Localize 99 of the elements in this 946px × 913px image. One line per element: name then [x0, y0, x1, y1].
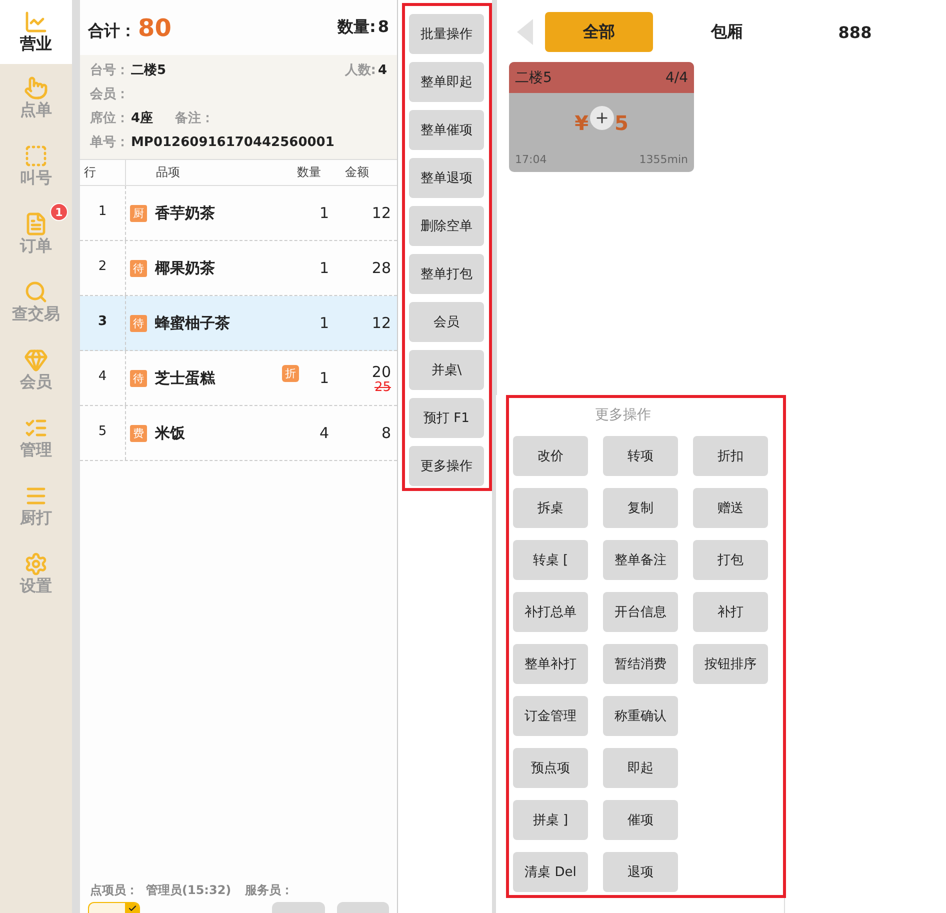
- action-button[interactable]: 清桌 Del: [513, 852, 588, 892]
- action-button[interactable]: 退项: [603, 852, 678, 892]
- item-quantity: 1: [318, 258, 330, 279]
- action-button[interactable]: 称重确认: [603, 696, 678, 736]
- row-number: 5: [80, 406, 126, 460]
- sidebar-item[interactable]: 订单 1: [0, 200, 72, 268]
- order-row[interactable]: 5 费 米饭 4 8: [80, 406, 397, 461]
- duration: 1355min: [639, 153, 688, 166]
- seat-count: 4/4: [665, 70, 688, 86]
- waiter-label: 服务员：: [245, 882, 294, 898]
- total-label: 合计：: [88, 20, 136, 42]
- action-button[interactable]: 打包: [693, 540, 768, 580]
- item-quantity: 4: [318, 423, 330, 444]
- status-tag: 费: [130, 424, 147, 442]
- row-number: 2: [80, 241, 126, 295]
- action-button[interactable]: 补打总单: [513, 592, 588, 632]
- clerk-name: 管理员(15:32): [146, 882, 232, 898]
- item-amount: 12: [372, 204, 391, 222]
- item-amount: 12: [372, 314, 391, 332]
- action-button[interactable]: 删除空单: [409, 206, 484, 246]
- item-name: 米饭: [155, 424, 185, 442]
- action-button[interactable]: 订金管理: [513, 696, 588, 736]
- original-price: 25: [374, 380, 391, 394]
- action-button[interactable]: 拆桌: [513, 488, 588, 528]
- column-header: 金额: [344, 164, 370, 181]
- status-tag: 待: [130, 260, 147, 276]
- row-number: 3: [80, 296, 126, 350]
- member-label: 会员：: [90, 86, 129, 104]
- area-tab[interactable]: 888: [801, 12, 909, 52]
- item-amount: 20: [372, 362, 391, 380]
- status-tag: 待: [130, 370, 147, 386]
- action-button[interactable]: 批量操作: [409, 14, 484, 54]
- column-header: 品项: [155, 164, 181, 181]
- item-quantity: 1: [318, 313, 330, 334]
- action-button[interactable]: 会员: [409, 302, 484, 342]
- action-button[interactable]: 开台信息: [603, 592, 678, 632]
- seat-label: 席位：: [90, 110, 129, 128]
- action-button[interactable]: 催项: [603, 800, 678, 840]
- table-name: 二楼5: [515, 68, 552, 86]
- item-quantity: 1: [318, 368, 330, 389]
- table-amount: ¥: [574, 111, 588, 135]
- item-amount: 28: [372, 259, 391, 277]
- status-tag: 待: [130, 314, 147, 332]
- guests-value: 4: [378, 62, 387, 80]
- column-header: 数量: [296, 164, 322, 181]
- action-button[interactable]: 整单备注: [603, 540, 678, 580]
- action-button[interactable]: 转项: [603, 436, 678, 476]
- total-amount: 80: [138, 14, 172, 42]
- table-value: 二楼5: [131, 62, 166, 80]
- item-quantity: 1: [318, 203, 330, 224]
- order-row[interactable]: 3 待 蜂蜜柚子茶 1 12: [80, 296, 397, 351]
- panel-title: 更多操作: [595, 406, 651, 424]
- action-button[interactable]: 并桌\: [409, 350, 484, 390]
- action-button[interactable]: 整单催项: [409, 110, 484, 150]
- action-button[interactable]: 补打: [693, 592, 768, 632]
- count-value: 8: [378, 17, 389, 36]
- remark-label: 备注：: [175, 110, 214, 128]
- action-button[interactable]: 即起: [603, 748, 678, 788]
- table-amount: 5: [614, 111, 628, 135]
- action-button[interactable]: 转桌 [: [513, 540, 588, 580]
- sidebar-item[interactable]: 营业: [0, 0, 72, 64]
- action-button[interactable]: 折扣: [693, 436, 768, 476]
- status-tag: 厨: [130, 204, 147, 222]
- row-number: 1: [80, 186, 126, 240]
- row-number: 4: [80, 351, 126, 405]
- item-name: 蜂蜜柚子茶: [155, 314, 230, 332]
- item-name: 芝士蛋糕: [155, 368, 215, 388]
- count-label: 数量:: [337, 17, 376, 38]
- action-button[interactable]: 复制: [603, 488, 678, 528]
- guests-label: 人数:: [344, 62, 376, 80]
- item-name: 椰果奶茶: [155, 258, 215, 278]
- clerk-label: 点项员：: [90, 882, 138, 898]
- area-tab[interactable]: 包厢: [673, 12, 781, 52]
- discount-tag: 折: [282, 365, 299, 382]
- item-name: 香芋奶茶: [155, 204, 215, 222]
- action-button[interactable]: 改价: [513, 436, 588, 476]
- action-button[interactable]: 预打 F1: [409, 398, 484, 438]
- action-button[interactable]: 按钮排序: [693, 644, 768, 684]
- action-button[interactable]: 赠送: [693, 488, 768, 528]
- notification-badge: 1: [50, 203, 68, 221]
- order-number: MP01260916170442560001: [131, 134, 334, 152]
- action-button[interactable]: 整单退项: [409, 158, 484, 198]
- open-time: 17:04: [515, 153, 547, 166]
- action-button[interactable]: 整单打包: [409, 254, 484, 294]
- action-button[interactable]: 整单补打: [513, 644, 588, 684]
- action-button[interactable]: 暂结消费: [603, 644, 678, 684]
- column-header: 行: [80, 160, 126, 185]
- item-amount: 8: [381, 424, 391, 442]
- table-card[interactable]: 二楼5 4/4 ¥ 5 17:04 1355min: [509, 62, 694, 172]
- seat-value: 4座: [131, 110, 154, 128]
- order-row[interactable]: 4 待 芝士蛋糕 折 1 20 25: [80, 351, 397, 406]
- action-button[interactable]: 更多操作: [409, 446, 484, 486]
- action-button[interactable]: 预点项: [513, 748, 588, 788]
- action-button[interactable]: 整单即起: [409, 62, 484, 102]
- order-number-label: 单号：: [90, 134, 129, 152]
- action-button[interactable]: 拼桌 ]: [513, 800, 588, 840]
- order-row[interactable]: 1 厨 香芋奶茶 1 12: [80, 186, 397, 241]
- area-tab[interactable]: 全部: [545, 12, 653, 52]
- table-label: 台号：: [90, 62, 129, 80]
